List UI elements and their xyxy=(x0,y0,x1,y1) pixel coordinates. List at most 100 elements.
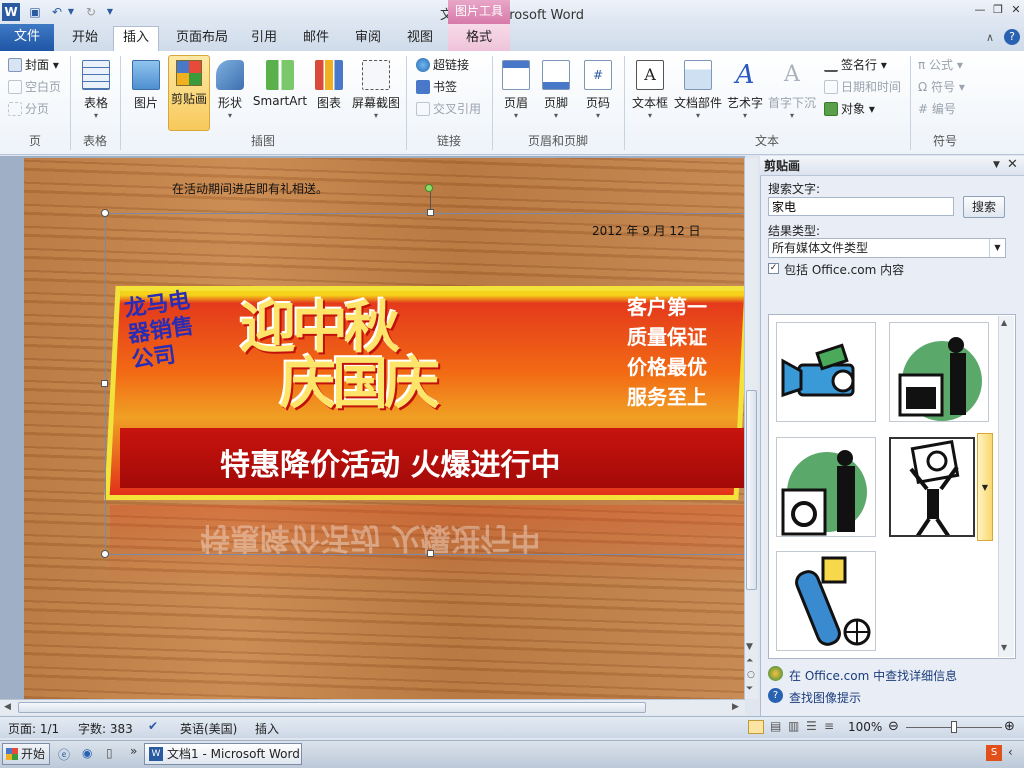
quicklaunch-app-icon[interactable]: ▯ xyxy=(106,746,113,760)
search-button[interactable]: 搜索 xyxy=(963,196,1005,218)
textbox-button[interactable]: A 文本框 ▾ xyxy=(630,56,670,128)
wordart-button[interactable]: A 艺术字 ▾ xyxy=(724,56,766,128)
start-button[interactable]: 开始 xyxy=(2,743,50,765)
tab-insert[interactable]: 插入 xyxy=(113,26,159,52)
taskbar-word-window[interactable]: W 文档1 - Microsoft Word xyxy=(144,743,302,765)
zoom-out-icon[interactable]: ⊖ xyxy=(888,719,899,734)
draft-icon[interactable]: ≡ xyxy=(824,719,834,733)
blank-page-button[interactable]: 空白页 xyxy=(8,77,61,97)
scroll-left-icon[interactable]: ◀ xyxy=(4,702,11,712)
chevron-down-icon[interactable]: ▼ xyxy=(989,239,1005,257)
signature-line-button[interactable]: 签名行 ▾ xyxy=(824,55,887,75)
date-time-button[interactable]: 日期和时间 xyxy=(824,77,901,97)
tray-expand-icon[interactable]: ‹ xyxy=(1008,745,1013,759)
symbol-button[interactable]: Ω 符号 ▾ xyxy=(918,77,965,97)
clipart-result-1[interactable] xyxy=(776,322,876,422)
object-button[interactable]: 对象 ▾ xyxy=(824,99,875,119)
quicklaunch-browser-icon[interactable]: ◉ xyxy=(82,746,92,760)
clipart-result-5[interactable] xyxy=(776,551,876,651)
header-button[interactable]: 页眉 ▾ xyxy=(498,56,534,128)
result-type-select[interactable]: 所有媒体文件类型 ▼ xyxy=(768,238,1006,258)
chart-button[interactable]: 图表 xyxy=(312,56,346,128)
picture-button[interactable]: 图片 xyxy=(126,56,166,128)
print-layout-icon[interactable] xyxy=(748,720,764,734)
cover-page-button[interactable]: 封面 ▾ xyxy=(8,55,59,75)
bookmark-button[interactable]: 书签 xyxy=(416,77,457,97)
scroll-thumb[interactable] xyxy=(746,390,757,590)
shapes-button[interactable]: 形状 ▾ xyxy=(212,56,248,128)
word-count[interactable]: 字数: 383 xyxy=(78,720,133,737)
paragraph-text[interactable]: 在活动期间进店即有礼相送。 xyxy=(172,180,328,197)
zoom-level[interactable]: 100% xyxy=(848,720,882,734)
web-layout-icon[interactable]: ▥ xyxy=(788,719,799,733)
include-office-checkbox[interactable]: ✓ xyxy=(768,263,779,274)
quick-parts-icon xyxy=(684,60,712,90)
result-4-dropdown-icon[interactable]: ▼ xyxy=(977,433,993,541)
quicklaunch-ie-icon[interactable]: ⓔ xyxy=(58,746,70,763)
results-scrollbar[interactable]: ▲ ▼ xyxy=(998,316,1014,657)
rotate-handle[interactable] xyxy=(425,184,433,192)
resize-handle-left[interactable] xyxy=(101,380,108,387)
clipart-button[interactable]: 剪贴画 xyxy=(168,55,210,131)
page-break-button[interactable]: 分页 xyxy=(8,99,49,119)
full-screen-reading-icon[interactable]: ▤ xyxy=(770,719,781,733)
horizontal-scrollbar[interactable]: ◀ ▶ xyxy=(0,699,745,715)
tab-mailings[interactable]: 邮件 xyxy=(296,27,336,51)
close-icon[interactable]: ✕ xyxy=(1008,3,1024,17)
tray-app-icon[interactable]: S xyxy=(986,745,1002,761)
minimize-ribbon-icon[interactable]: ∧ xyxy=(986,31,994,44)
resize-handle-top-left[interactable] xyxy=(101,209,109,217)
tab-page-layout[interactable]: 页面布局 xyxy=(170,27,234,51)
zoom-slider-thumb[interactable] xyxy=(951,721,957,733)
drop-cap-button[interactable]: A 首字下沉 ▾ xyxy=(766,56,818,128)
cross-reference-button[interactable]: 交叉引用 xyxy=(416,99,481,119)
insert-mode[interactable]: 插入 xyxy=(255,720,279,737)
tab-review[interactable]: 审阅 xyxy=(348,27,388,51)
restore-icon[interactable]: ❐ xyxy=(990,3,1006,17)
image-tips-link[interactable]: 查找图像提示 xyxy=(789,689,861,706)
zoom-in-icon[interactable]: ⊕ xyxy=(1004,719,1015,734)
results-scroll-down-icon[interactable]: ▼ xyxy=(1001,643,1007,652)
search-input[interactable] xyxy=(768,197,954,216)
pane-close-icon[interactable]: ✕ xyxy=(1007,157,1018,172)
prev-page-icon[interactable]: ⏶ xyxy=(746,656,753,666)
clipart-result-3[interactable] xyxy=(776,437,876,537)
quick-parts-button[interactable]: 文档部件 ▾ xyxy=(672,56,724,128)
page-number-button[interactable]: # 页码 ▾ xyxy=(580,56,616,128)
tab-format[interactable]: 格式 xyxy=(448,24,510,51)
browse-object-icon[interactable]: ○ xyxy=(747,670,755,680)
tab-view[interactable]: 视图 xyxy=(400,27,440,51)
smartart-button[interactable]: SmartArt xyxy=(252,56,308,128)
clipart-result-4[interactable] xyxy=(889,437,975,537)
numbering-button[interactable]: # 编号 xyxy=(918,99,956,119)
resize-handle-bottom-left[interactable] xyxy=(101,550,109,558)
help-icon[interactable]: ? xyxy=(1004,29,1020,45)
scroll-down-icon[interactable]: ▼ xyxy=(746,642,753,652)
find-more-link[interactable]: 在 Office.com 中查找详细信息 xyxy=(789,667,957,684)
proofing-icon[interactable]: ✔ xyxy=(148,719,158,733)
resize-handle-bottom[interactable] xyxy=(427,550,434,557)
pane-options-icon[interactable]: ▼ xyxy=(993,160,1000,170)
minimize-icon[interactable]: — xyxy=(972,3,988,17)
wordart-icon: A xyxy=(735,60,755,90)
vertical-scrollbar[interactable]: ▼ ⏶ ○ ⏷ xyxy=(744,158,758,699)
page-count[interactable]: 页面: 1/1 xyxy=(8,720,59,737)
table-button[interactable]: 表格 ▾ xyxy=(76,56,116,128)
tab-references[interactable]: 引用 xyxy=(244,27,284,51)
hscroll-thumb[interactable] xyxy=(18,702,646,713)
language-status[interactable]: 英语(美国) xyxy=(180,720,237,737)
next-page-icon[interactable]: ⏷ xyxy=(746,684,753,694)
tab-home[interactable]: 开始 xyxy=(62,27,108,51)
quicklaunch-more-icon[interactable]: » xyxy=(130,744,137,758)
clipart-result-2[interactable] xyxy=(889,322,989,422)
tab-file[interactable]: 文件 xyxy=(0,24,54,51)
resize-handle-top[interactable] xyxy=(427,209,434,216)
status-bar: 页面: 1/1 字数: 383 ✔ 英语(美国) 插入 ▤ ▥ ☰ ≡ 100%… xyxy=(0,716,1024,738)
footer-button[interactable]: 页脚 ▾ xyxy=(538,56,574,128)
scroll-right-icon[interactable]: ▶ xyxy=(732,702,739,712)
equation-button[interactable]: π 公式 ▾ xyxy=(918,55,963,75)
hyperlink-button[interactable]: 超链接 xyxy=(416,55,469,75)
results-scroll-up-icon[interactable]: ▲ xyxy=(1001,318,1007,327)
screenshot-button[interactable]: 屏幕截图 ▾ xyxy=(350,56,402,128)
outline-icon[interactable]: ☰ xyxy=(806,719,817,733)
